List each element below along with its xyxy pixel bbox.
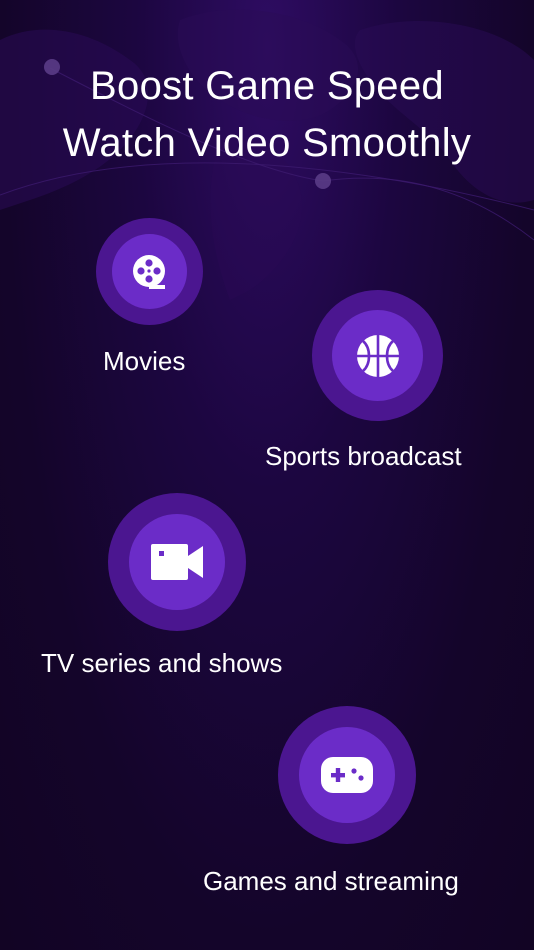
tv-circle[interactable] bbox=[108, 493, 246, 631]
movies-circle[interactable] bbox=[96, 218, 203, 325]
basketball-icon bbox=[355, 333, 401, 379]
feature-label-games-streaming: Games and streaming bbox=[203, 866, 459, 896]
sports-circle[interactable] bbox=[312, 290, 443, 421]
video-camera-icon bbox=[151, 542, 203, 582]
headline-line-1: Boost Game Speed bbox=[90, 64, 444, 108]
games-circle[interactable] bbox=[278, 706, 416, 844]
feature-label-sports-broadcast: Sports broadcast bbox=[265, 441, 462, 471]
film-reel-icon bbox=[132, 254, 168, 290]
feature-label-movies: Movies bbox=[103, 346, 186, 376]
headline-line-2: Watch Video Smoothly bbox=[62, 121, 472, 165]
gamepad-icon bbox=[321, 757, 373, 793]
feature-label-tv-series: TV series and shows bbox=[41, 648, 283, 678]
